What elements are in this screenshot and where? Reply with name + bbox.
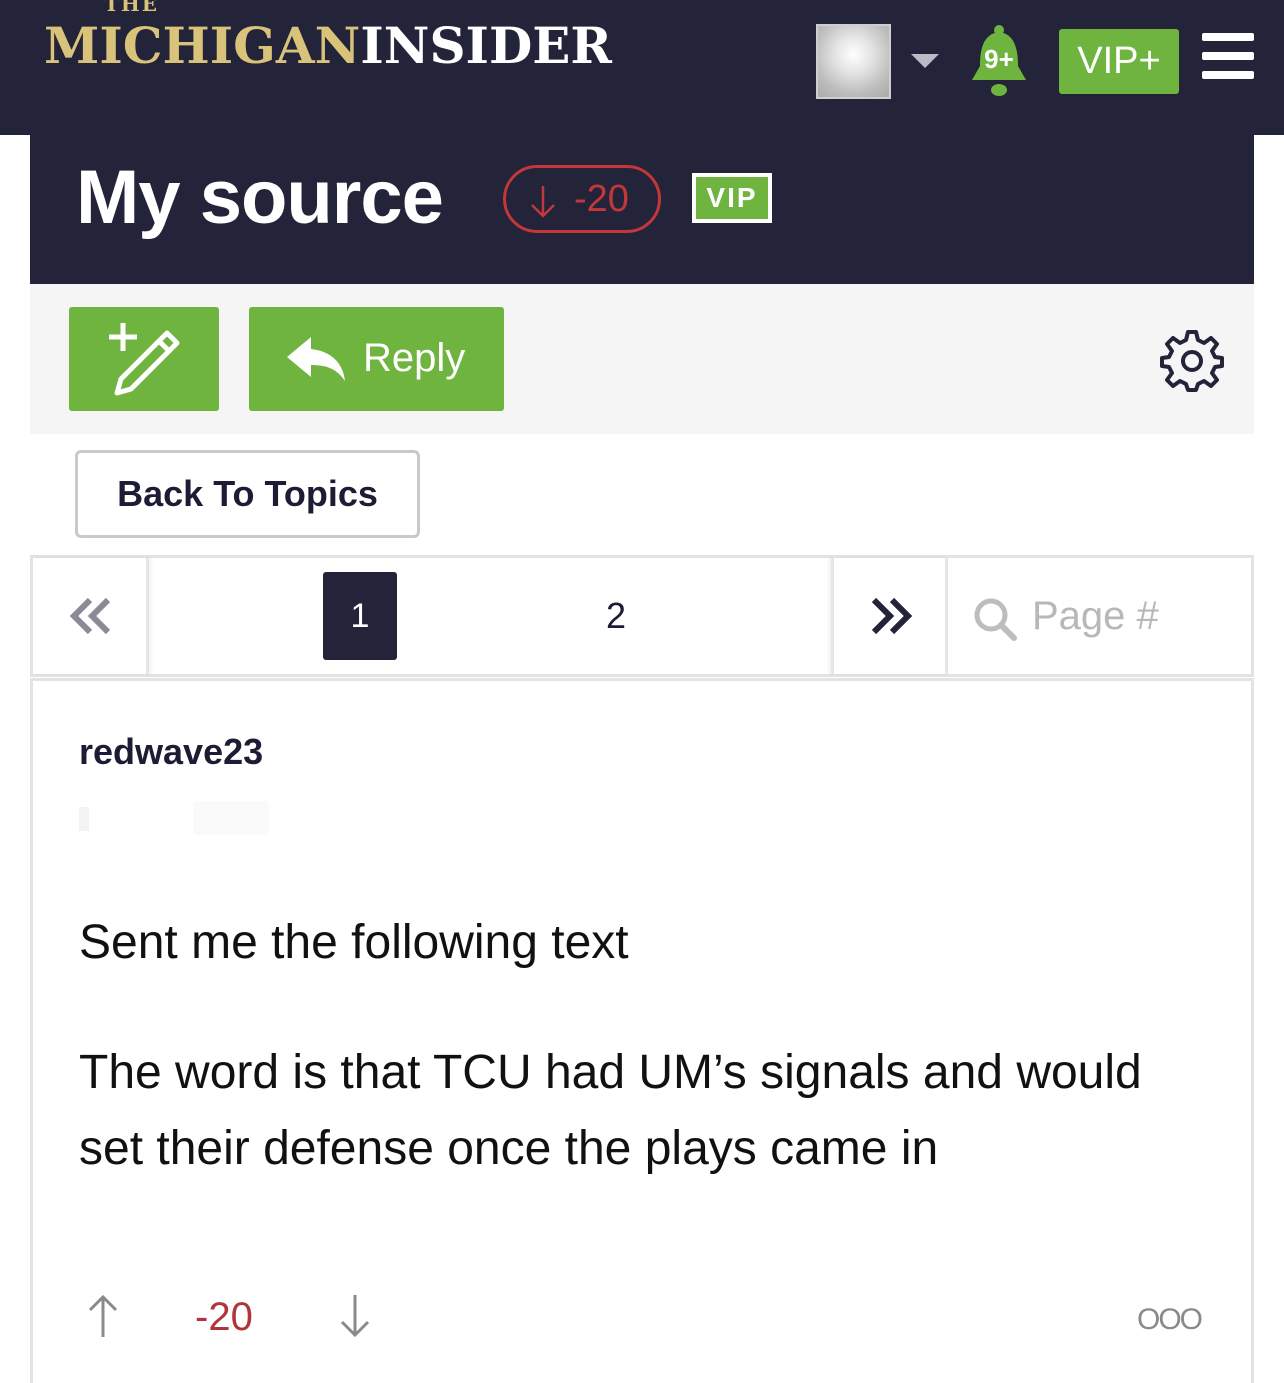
post-body: Sent me the following text The word is t… — [79, 905, 1219, 1241]
page-number-input[interactable] — [1032, 588, 1242, 644]
double-chevron-left-icon — [69, 597, 111, 635]
gear-icon[interactable] — [1160, 328, 1224, 392]
new-topic-icon — [109, 323, 180, 396]
reply-button[interactable]: Reply — [249, 307, 504, 411]
reply-arrow-icon — [287, 337, 345, 381]
notification-count: 9+ — [984, 44, 1014, 74]
reply-label: Reply — [363, 336, 466, 380]
new-topic-button[interactable] — [69, 307, 219, 411]
vip-badge: VIP — [692, 173, 772, 223]
logo-the-text: THE — [104, 0, 160, 16]
page-title: My source — [76, 155, 444, 240]
page-number-search — [948, 558, 1251, 674]
bell-icon[interactable]: 9+ — [966, 22, 1032, 98]
more-options-button[interactable]: OOO — [1137, 1303, 1203, 1337]
vip-plus-button[interactable]: VIP+ — [1059, 29, 1179, 94]
caret-down-icon[interactable] — [911, 54, 939, 68]
logo-wordmark: MICHIGANINSIDER — [44, 18, 612, 74]
pagination: 1 2 — [30, 555, 1254, 677]
hamburger-menu-icon[interactable] — [1202, 33, 1254, 79]
post-paragraph: The word is that TCU had UM’s signals an… — [79, 1046, 1142, 1175]
downvote-icon[interactable] — [339, 1293, 371, 1339]
post-vote-count: -20 — [195, 1295, 253, 1339]
search-icon — [974, 598, 1017, 641]
page-1-button[interactable]: 1 — [323, 572, 397, 660]
topic-header: My source -20 VIP — [30, 135, 1254, 284]
logo-michigan-text: MICHIGAN — [44, 16, 361, 75]
post-footer: -20 OOO — [33, 1281, 1251, 1351]
topic-toolbar: Reply — [30, 284, 1254, 434]
logo-insider-text: INSIDER — [360, 16, 612, 75]
back-to-topics-button[interactable]: Back To Topics — [75, 450, 420, 538]
post-card: redwave23 Sent me the following text The… — [30, 678, 1254, 1383]
arrow-down-icon — [531, 186, 555, 218]
double-chevron-right-icon — [871, 597, 913, 635]
topic-score-badge: -20 — [503, 165, 661, 233]
top-header: THE MICHIGANINSIDER 9+ VIP+ — [0, 0, 1284, 135]
post-paragraph: Sent me the following text — [79, 916, 629, 969]
upvote-icon[interactable] — [87, 1293, 119, 1339]
post-author[interactable]: redwave23 — [79, 731, 263, 773]
post-meta — [79, 799, 679, 839]
topic-score-value: -20 — [574, 178, 629, 220]
page-2-button[interactable]: 2 — [579, 572, 653, 660]
first-page-button[interactable] — [33, 558, 149, 674]
avatar[interactable] — [816, 24, 891, 99]
last-page-button[interactable] — [831, 558, 948, 674]
